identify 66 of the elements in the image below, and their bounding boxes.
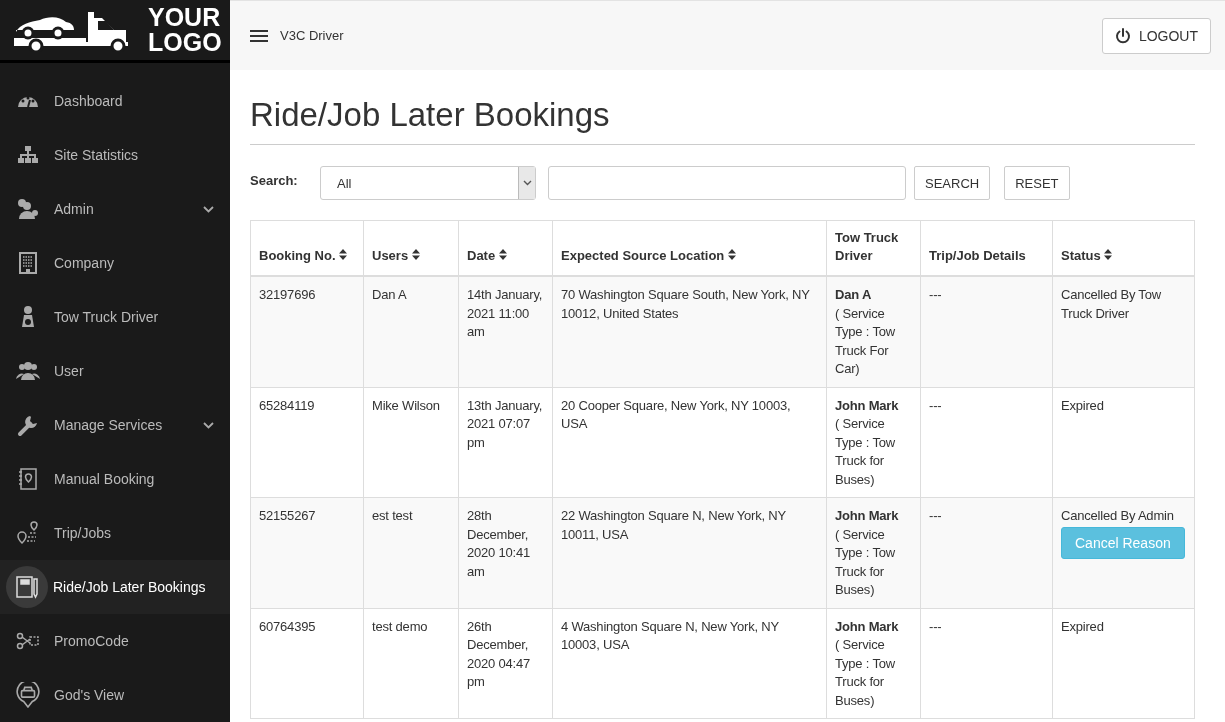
- sort-icon: [498, 249, 507, 260]
- menu-icon[interactable]: [250, 29, 268, 42]
- table-cell: 4 Washington Square N, New York, NY 10003, USA: [552, 608, 827, 719]
- table-cell: Dan A: [363, 276, 459, 387]
- table-cell: ---: [920, 276, 1053, 387]
- table-cell: 32197696: [250, 276, 364, 387]
- reset-button[interactable]: RESET: [1004, 166, 1070, 200]
- table-cell: 14th January, 2021 11:00 am: [458, 276, 553, 387]
- sidebar-item[interactable]: Tow Truck Driver: [0, 290, 230, 344]
- driver-name: John Mark: [835, 507, 900, 525]
- table-cell: 20 Cooper Square, New York, NY 10003, USA: [552, 387, 827, 498]
- table-cell: 65284119: [250, 387, 364, 498]
- table-cell: 70 Washington Square South, New York, NY 10012, United States: [552, 276, 827, 387]
- sort-icon: [411, 249, 420, 260]
- app-name: V3C Driver: [280, 28, 345, 43]
- sidebar-item[interactable]: Site Statistics: [0, 128, 230, 182]
- page-title: Ride/Job Later Bookings: [250, 96, 1195, 145]
- sidebar-item[interactable]: Admin: [0, 182, 230, 236]
- sidebar-item[interactable]: Dashboard: [0, 74, 230, 128]
- sidebar-item[interactable]: God's View: [0, 668, 230, 722]
- table-cell: est test: [363, 497, 459, 608]
- sort-icon: [339, 249, 348, 260]
- service-type: ( Service Type : Tow Truck for Buses): [835, 415, 896, 489]
- table-cell: 52155267: [250, 497, 364, 608]
- table-cell: 60764395: [250, 608, 364, 719]
- service-type: ( Service Type : Tow Truck For Car): [835, 304, 896, 378]
- sidebar-item[interactable]: Manual Booking: [0, 452, 230, 506]
- notebook-pen-icon: [6, 566, 48, 608]
- table-cell: ---: [920, 387, 1053, 498]
- table-cell: ---: [920, 608, 1053, 719]
- driver-name: Dan A: [835, 286, 873, 304]
- logout-button[interactable]: LOGOUT: [1101, 17, 1211, 54]
- logo-text: LOGO: [148, 30, 222, 55]
- table-cell: ---: [920, 497, 1053, 608]
- sidebar-item[interactable]: Company: [0, 236, 230, 290]
- sidebar-item[interactable]: Trip/Jobs: [0, 506, 230, 560]
- table-cell: 28th December, 2020 10:41 am: [458, 497, 553, 608]
- service-type: ( Service Type : Tow Truck for Buses): [835, 525, 896, 599]
- table-cell: 26th December, 2020 04:47 pm: [458, 608, 553, 719]
- status-text: Expired: [1061, 617, 1105, 636]
- chevron-down-icon: [522, 180, 532, 186]
- sidebar-item[interactable]: PromoCode: [0, 614, 230, 668]
- sort-icon: [1104, 249, 1113, 260]
- route-pins-icon: [15, 520, 41, 546]
- service-type: ( Service Type : Tow Truck for Buses): [835, 636, 896, 710]
- sidebar-item[interactable]: User: [0, 344, 230, 398]
- logo-text: YOUR: [148, 5, 222, 30]
- sort-icon: [727, 249, 736, 260]
- search-label: Search:: [250, 172, 299, 188]
- table-cell: 22 Washington Square N, New York, NY 10011, USA: [552, 497, 827, 608]
- table-cell: Mike Wilson: [363, 387, 459, 498]
- search-field[interactable]: [548, 166, 906, 200]
- status-text: Cancelled By Tow Truck Driver: [1061, 286, 1162, 323]
- sidebar-item[interactable]: Manage Services: [0, 398, 230, 452]
- taxi-pin-icon: [15, 682, 41, 708]
- table-cell: 13th January, 2021 07:07 pm: [458, 387, 553, 498]
- table-cell: test demo: [363, 608, 459, 719]
- driver-name: John Mark: [835, 617, 900, 636]
- search-button[interactable]: SEARCH: [914, 166, 991, 200]
- status-text: Expired: [1061, 396, 1105, 415]
- power-icon: [1114, 27, 1131, 44]
- status-text: Cancelled By Admin: [1061, 507, 1175, 525]
- driver-name: John Mark: [835, 396, 900, 415]
- filter-dropdown[interactable]: All: [320, 166, 536, 200]
- sidebar-item[interactable]: Ride/Job Later Bookings: [0, 560, 230, 614]
- users-gear-icon: [15, 196, 41, 222]
